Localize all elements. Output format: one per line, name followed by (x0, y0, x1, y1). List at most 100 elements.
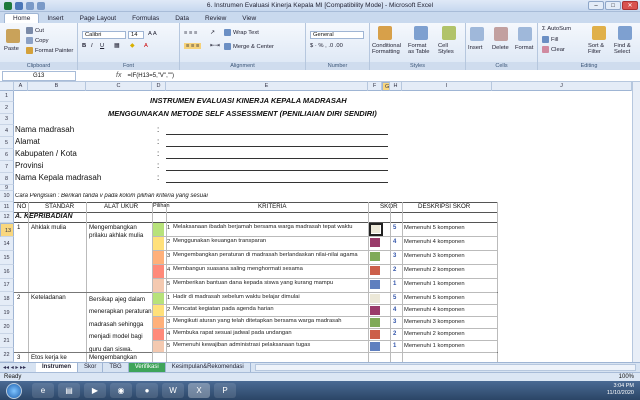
currency-icon[interactable]: $ · % , .0 .00 (310, 43, 343, 49)
field-underline[interactable] (166, 170, 388, 171)
paste-button[interactable]: Paste (4, 46, 19, 52)
format-table-icon[interactable] (414, 26, 428, 40)
row-header[interactable]: 7 (0, 161, 14, 173)
row-header[interactable]: 22 (0, 348, 14, 362)
choice-swatch[interactable] (153, 223, 164, 236)
function-icon[interactable]: fx (116, 72, 121, 79)
fill-button[interactable]: Fill (542, 36, 558, 43)
tab-page-layout[interactable]: Page Layout (72, 14, 125, 23)
field-underline[interactable] (166, 182, 388, 183)
spreadsheet-grid[interactable]: A B C D E F G H I J 1 2 3 4 5 6 7 8 9 10 11 12 13 14 1… (0, 82, 632, 362)
choice-swatch[interactable] (153, 305, 164, 316)
cut-button[interactable]: Cut (26, 27, 44, 34)
clock-date[interactable]: 11/10/2020 (607, 390, 634, 397)
row-header[interactable]: 12 (0, 212, 14, 223)
row-header[interactable]: 18 (0, 292, 14, 306)
underline-button[interactable]: U (100, 43, 104, 49)
row-header[interactable]: 11 (0, 202, 14, 212)
column-header[interactable]: H (390, 82, 402, 91)
format-painter-button[interactable]: Format Painter (26, 47, 73, 54)
skor-box[interactable] (370, 266, 380, 275)
row-header[interactable]: 1 (0, 91, 14, 102)
conditional-formatting-button[interactable]: Conditional Formatting (372, 43, 404, 55)
field-underline[interactable] (166, 134, 388, 135)
sheet-tab-verifikasi[interactable]: Verifikasi (128, 363, 166, 372)
indent-icon[interactable]: ⇤⇥ (210, 43, 220, 49)
sheet-nav-arrows[interactable]: ◂◂ ◂ ▸ ▸▸ (0, 364, 36, 371)
find-select-button[interactable]: Find & Select (614, 43, 638, 55)
sheet-tab-kesimpulan[interactable]: Kesimpulan&Rekomendasi (166, 363, 251, 372)
chrome-icon[interactable]: ◉ (110, 383, 132, 398)
select-all-corner[interactable] (0, 82, 14, 91)
row-header[interactable]: 3 (0, 114, 14, 125)
row-header[interactable]: 17 (0, 279, 14, 292)
row-header[interactable]: 20 (0, 320, 14, 334)
skor-box[interactable] (370, 238, 380, 247)
format-icon[interactable] (518, 27, 532, 41)
choice-swatch[interactable] (153, 237, 164, 250)
choice-swatch[interactable] (153, 329, 164, 340)
minimize-button[interactable]: – (588, 1, 604, 10)
row-header[interactable]: 10 (0, 191, 14, 202)
clear-button[interactable]: Clear (542, 46, 565, 53)
column-header[interactable]: A (14, 82, 28, 91)
ie-icon[interactable]: e (32, 383, 54, 398)
tab-insert[interactable]: Insert (39, 14, 71, 23)
font-name-select[interactable]: Calibri (82, 31, 126, 39)
column-header[interactable]: E (166, 82, 368, 91)
format-table-button[interactable]: Format as Table (408, 43, 434, 55)
tab-review[interactable]: Review (197, 14, 234, 23)
field-underline[interactable] (166, 158, 388, 159)
skor-box[interactable] (370, 342, 380, 351)
close-button[interactable]: ✕ (622, 1, 638, 10)
fill-color-icon[interactable]: ◆ (130, 43, 134, 49)
choice-swatch[interactable] (153, 293, 164, 304)
row-header[interactable]: 13 (0, 223, 14, 237)
skor-box[interactable] (370, 294, 380, 303)
formula-input[interactable]: =IF(H13=5,"V","") (127, 73, 174, 79)
conditional-formatting-icon[interactable] (378, 26, 392, 40)
cell-styles-button[interactable]: Cell Styles (438, 43, 462, 55)
paste-icon[interactable] (6, 29, 20, 43)
media-player-icon[interactable]: ▶ (84, 383, 106, 398)
row-header[interactable]: 8 (0, 173, 14, 185)
powerpoint-icon[interactable]: P (214, 383, 236, 398)
choice-swatch[interactable] (153, 251, 164, 264)
tab-home[interactable]: Home (4, 13, 40, 23)
delete-icon[interactable] (494, 27, 508, 41)
grow-font-icon[interactable]: A A (148, 31, 157, 37)
maximize-button[interactable]: □ (605, 1, 621, 10)
orientation-icon[interactable]: ↗ (210, 30, 215, 36)
skor-box[interactable] (370, 306, 380, 315)
tab-data[interactable]: Data (167, 14, 197, 23)
font-size-select[interactable]: 14 (128, 31, 144, 39)
merge-center-button[interactable]: Merge & Center (224, 43, 274, 50)
delete-button[interactable]: Delete (492, 45, 509, 51)
format-button[interactable]: Format (515, 45, 533, 51)
row-header[interactable]: 6 (0, 149, 14, 161)
choice-swatch[interactable] (153, 341, 164, 352)
column-header[interactable]: D (152, 82, 166, 91)
sheet-tab-tbg[interactable]: TBG (103, 363, 129, 372)
row-header[interactable]: 14 (0, 237, 14, 251)
choice-swatch[interactable] (153, 265, 164, 278)
insert-button[interactable]: Insert (468, 45, 483, 51)
sort-filter-icon[interactable] (592, 26, 606, 40)
column-header[interactable]: I (402, 82, 492, 91)
vertical-scrollbar[interactable] (632, 82, 640, 362)
start-button[interactable] (6, 382, 22, 399)
word-icon[interactable]: W (162, 383, 184, 398)
row-header[interactable]: 4 (0, 125, 14, 137)
align-left-icon[interactable]: ≡ ≡ ≡ (184, 43, 202, 49)
insert-icon[interactable] (470, 27, 484, 41)
number-format-select[interactable]: General (310, 31, 364, 39)
row-header[interactable]: 16 (0, 265, 14, 279)
choice-swatch[interactable] (153, 279, 164, 292)
bold-button[interactable]: B (82, 43, 86, 49)
sheet-tab-skor[interactable]: Skor (78, 363, 104, 372)
column-header[interactable]: F (368, 82, 382, 91)
name-box[interactable]: G13 (2, 70, 76, 81)
clock-time[interactable]: 3:04 PM (607, 383, 634, 390)
wrap-text-button[interactable]: Wrap Text (224, 29, 259, 36)
selected-cell[interactable] (369, 223, 383, 236)
